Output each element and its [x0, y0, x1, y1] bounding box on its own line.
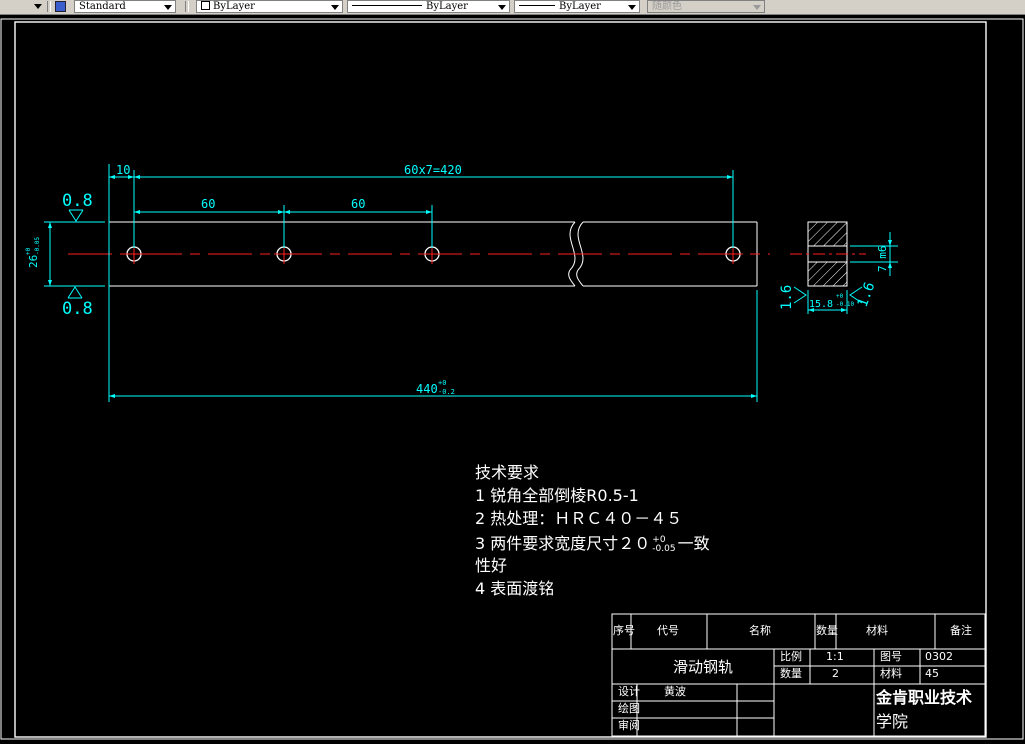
tb-header-material: 材料: [866, 624, 888, 637]
tb-header-name: 名称: [749, 624, 771, 637]
tb-design-label: 设计: [618, 685, 640, 698]
dim-26-lower-tolerance: -0.05: [34, 237, 41, 255]
dim-10: 10: [116, 163, 130, 177]
tb-header-seq: 序号: [613, 624, 635, 637]
layer-color-swatch-icon: [201, 1, 210, 10]
tech-req-item-3-tolerance: +0 -0.05: [652, 535, 676, 554]
tb-header-remark: 备注: [950, 624, 972, 637]
tb-drawn-label: 绘图: [618, 702, 640, 715]
tech-req-item-3-text: 3 两件要求宽度尺寸２０: [475, 534, 651, 553]
roughness-left-value: 1.6: [779, 285, 795, 310]
tb-header-code: 代号: [657, 624, 679, 637]
tech-req-title: 技术要求: [475, 463, 540, 482]
roughness-right-value: 1.6: [855, 280, 879, 309]
company-name-line-2: 学院: [876, 712, 909, 731]
layer-select[interactable]: ByLayer: [196, 0, 343, 13]
tech-req-item-3: 3 两件要求宽度尺寸２０ +0 -0.05 一致: [475, 534, 710, 554]
toolbar-separator: [47, 1, 51, 12]
roughness-symbol-top: 0.8: [62, 191, 93, 222]
tb-material-label: 材料: [880, 667, 902, 680]
color-value: 随颜色: [652, 1, 682, 12]
section-view: [790, 221, 866, 287]
dim-60-right: 60: [351, 197, 365, 211]
dim-440-lower-tolerance: -0.2: [438, 388, 455, 396]
dim-440: 440: [416, 382, 438, 396]
tb-scale-value: 1:1: [826, 650, 844, 663]
tb-scale-label: 比例: [780, 650, 802, 663]
tb-header-qty: 数量: [816, 624, 838, 637]
drawing-canvas[interactable]: 10 60x7=420 60 60 440 +0 -0.2 26 +0 -0.0…: [0, 14, 1025, 740]
tb-qty-label: 数量: [780, 667, 802, 680]
dim-60-left: 60: [201, 197, 215, 211]
tech-req-item-3-continuation: 性好: [475, 556, 508, 575]
tb-designer: 黄波: [664, 685, 686, 698]
dim-15-8-lower-tolerance: -0.10: [836, 301, 854, 308]
text-style-value: Standard: [79, 1, 126, 12]
chevron-down-icon: [498, 5, 506, 10]
chevron-down-icon: [331, 5, 339, 10]
section-roughness-right: 1.6: [849, 280, 879, 309]
toolbar-separator: [185, 1, 189, 12]
company-name-line-1: 金肯职业技术: [876, 688, 973, 707]
tb-review-label: 审阅: [618, 719, 640, 732]
chevron-down-icon: [628, 5, 636, 10]
tech-req-item-1: 1 锐角全部倒棱R0.5-1: [475, 486, 639, 505]
dim-420: 60x7=420: [404, 163, 462, 177]
dim-26-upper-tolerance: +0: [25, 247, 32, 255]
linetype-value: ByLayer: [426, 1, 468, 12]
dim-15-8: 15.8: [809, 299, 833, 310]
tech-req-item-4: 4 表面渡铭: [475, 579, 555, 598]
part-name: 滑动钢轨: [673, 658, 734, 676]
section-roughness-left: 1.6: [779, 285, 807, 310]
dim-26: 26: [27, 255, 40, 268]
roughness-symbol-bottom: 0.8: [62, 286, 93, 319]
tech-req-item-2: 2 热处理：ＨＲＣ４０－４５: [475, 509, 683, 528]
dim-15-8-upper-tolerance: +0: [836, 293, 844, 300]
lineweight-value: ByLayer: [559, 1, 601, 12]
chevron-down-icon: [753, 5, 761, 10]
roughness-top-value: 0.8: [62, 191, 93, 211]
toolbar-dropdown-arrow-icon[interactable]: [0, 0, 46, 13]
roughness-bottom-value: 0.8: [62, 299, 93, 319]
color-select[interactable]: 随颜色: [647, 0, 765, 13]
tb-material-value: 45: [925, 667, 939, 680]
dim-7m6: 7 m6: [876, 246, 889, 273]
text-style-select[interactable]: Standard: [74, 0, 176, 13]
tech-req-item-3-lower: -0.05: [652, 543, 676, 554]
tb-drawing-no-label: 图号: [880, 650, 902, 663]
lineweight-select[interactable]: ByLayer: [514, 0, 640, 13]
tb-qty-value: 2: [832, 667, 839, 680]
tb-drawing-no: 0302: [925, 650, 953, 663]
linetype-select[interactable]: ByLayer: [347, 0, 510, 13]
chevron-down-icon: [164, 5, 172, 10]
text-style-icon[interactable]: [55, 1, 66, 12]
dim-440-upper-tolerance: +0: [438, 379, 446, 387]
layer-value: ByLayer: [213, 1, 255, 12]
dimension-lines: [44, 164, 758, 402]
linetype-preview-icon: [352, 5, 422, 6]
tech-req-item-3-tail: 一致: [677, 534, 710, 553]
toolbar: Standard ByLayer ByLayer ByLayer 随颜色: [0, 0, 1025, 15]
lineweight-preview-icon: [519, 5, 555, 6]
